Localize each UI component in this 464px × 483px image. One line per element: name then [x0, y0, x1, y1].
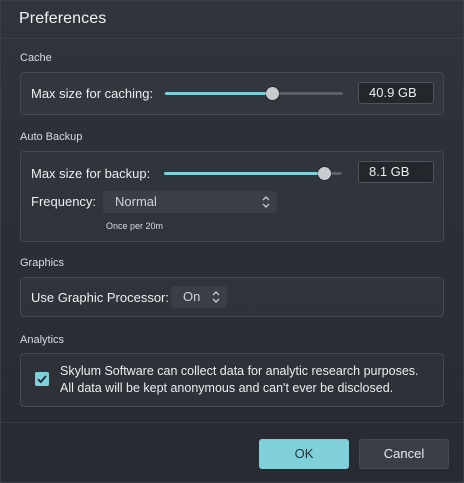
- backup-max-size-label: Max size for backup:: [31, 166, 151, 181]
- slider-fill: [164, 172, 325, 175]
- graphics-section-label: Graphics: [20, 257, 65, 269]
- frequency-label: Frequency:: [31, 194, 97, 209]
- frequency-select[interactable]: Normal: [103, 191, 277, 213]
- use-gpu-select-value: On: [183, 289, 201, 304]
- preferences-dialog: Preferences Cache Max size for caching: …: [0, 0, 464, 483]
- use-gpu-label: Use Graphic Processor:: [31, 290, 169, 305]
- auto-backup-group: Max size for backup: 8.1 GB Frequency: N…: [20, 151, 444, 242]
- cache-size-slider[interactable]: [165, 86, 343, 100]
- slider-fill: [165, 92, 272, 95]
- footer-divider: [1, 422, 463, 423]
- cancel-button[interactable]: Cancel: [359, 439, 449, 469]
- analytics-text-line2: All data will be kept anonymous and can'…: [60, 381, 394, 395]
- dialog-title: Preferences: [19, 10, 107, 27]
- ok-button[interactable]: OK: [259, 439, 349, 469]
- use-gpu-select[interactable]: On: [171, 286, 227, 308]
- title-divider: [1, 38, 463, 39]
- chevron-updown-icon: [212, 291, 220, 303]
- analytics-group: Skylum Software can collect data for ana…: [20, 353, 444, 407]
- cache-size-value-field[interactable]: 40.9 GB: [358, 82, 434, 104]
- analytics-section-label: Analytics: [20, 334, 65, 346]
- slider-thumb[interactable]: [265, 87, 279, 100]
- backup-size-value-field[interactable]: 8.1 GB: [358, 161, 434, 183]
- cache-max-size-label: Max size for caching:: [31, 86, 154, 101]
- graphics-group: Use Graphic Processor: On: [20, 277, 444, 317]
- analytics-consent-checkbox[interactable]: [35, 372, 49, 386]
- cache-group: Max size for caching: 40.9 GB: [20, 72, 444, 115]
- cache-section-label: Cache: [20, 52, 52, 64]
- frequency-select-value: Normal: [115, 194, 157, 209]
- frequency-hint: Once per 20m: [106, 221, 164, 231]
- checkmark-icon: [37, 375, 47, 384]
- analytics-text-line1: Skylum Software can collect data for ana…: [60, 364, 419, 378]
- chevron-updown-icon: [262, 196, 270, 208]
- auto-backup-section-label: Auto Backup: [20, 131, 83, 143]
- slider-thumb[interactable]: [318, 167, 332, 180]
- backup-size-slider[interactable]: [164, 166, 342, 180]
